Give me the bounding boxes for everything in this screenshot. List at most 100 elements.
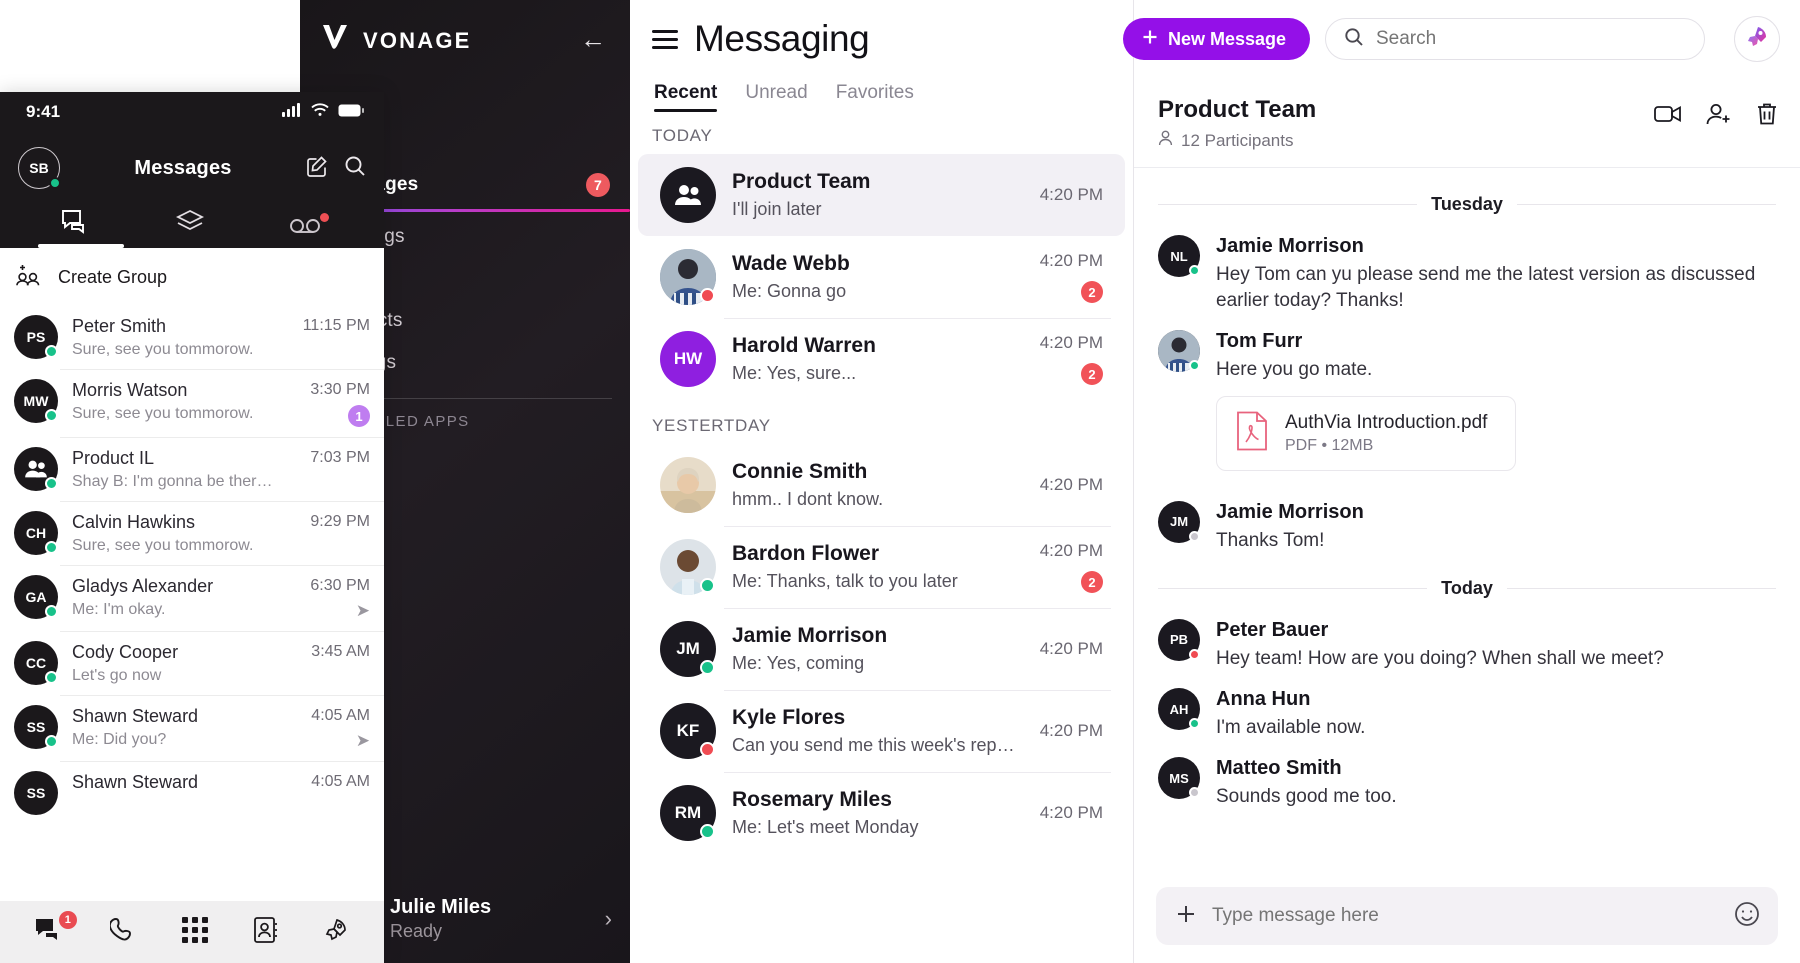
conversation-tabs: Recent Unread Favorites — [652, 82, 1111, 112]
avatar[interactable]: SB — [18, 147, 61, 189]
conversation-time: 4:20 PM — [1039, 721, 1103, 740]
list-item[interactable]: CH Calvin Hawkins Sure, see you tommorow… — [0, 501, 384, 565]
day-separator: Today — [1134, 560, 1800, 609]
conversation-row[interactable]: HW Harold Warren Me: Yes, sure... 4:20 P… — [638, 318, 1125, 400]
search-input[interactable] — [1376, 28, 1686, 50]
list-item[interactable]: GA Gladys Alexander Me: I'm okay. 6:30 P… — [0, 565, 384, 631]
avatar: SS — [14, 705, 58, 749]
conversation-row[interactable]: Wade Webb Me: Gonna go 4:20 PM 2 — [638, 236, 1125, 318]
video-camera-icon[interactable] — [1654, 104, 1682, 129]
message-preview: Let's go now — [72, 667, 162, 684]
file-attachment[interactable]: AuthVia Introduction.pdf PDF • 12MB — [1216, 395, 1516, 471]
new-message-button[interactable]: New Message — [1123, 18, 1311, 60]
chat-header: Product Team 12 Participants — [1134, 76, 1800, 168]
add-person-icon[interactable] — [1706, 103, 1732, 130]
pdf-file-icon — [1235, 411, 1269, 456]
avatar-initials: SS — [14, 771, 58, 815]
conversation-scroll[interactable]: TODAY Product Team I'll join later 4:20 — [630, 110, 1133, 963]
avatar: CC — [14, 641, 58, 685]
mobile-status-bar: 9:41 — [0, 92, 384, 132]
create-group-button[interactable]: Create Group — [0, 248, 384, 305]
chat-message: JM Jamie Morrison Thanks Tom! — [1134, 491, 1800, 560]
tabbar-rocket[interactable] — [323, 917, 349, 948]
conversation-row[interactable]: KF Kyle Flores Can you send me this week… — [638, 690, 1125, 772]
mobile-tab-voicemail[interactable] — [289, 213, 330, 248]
conversation-row[interactable]: Bardon Flower Me: Thanks, talk to you la… — [638, 526, 1125, 608]
conversation-name: Wade Webb — [732, 252, 850, 275]
status-dot — [45, 477, 58, 490]
day-separator: Tuesday — [1134, 176, 1800, 225]
chevron-right-icon[interactable]: › — [605, 906, 612, 932]
participants-count: 12 Participants — [1181, 130, 1294, 150]
conversation-row[interactable]: Product Team I'll join later 4:20 PM — [638, 154, 1125, 236]
conversation-row[interactable]: Connie Smith hmm.. I dont know. 4:20 PM — [638, 444, 1125, 526]
list-item[interactable]: SS Shawn Steward 4:05 AM — [0, 761, 384, 825]
list-item[interactable]: PS Peter Smith Sure, see you tommorow. 1… — [0, 305, 384, 369]
trash-icon[interactable] — [1756, 102, 1778, 131]
plus-icon[interactable] — [1174, 902, 1198, 931]
message-body: Jamie Morrison Thanks Tom! — [1216, 501, 1776, 554]
status-dot — [45, 605, 58, 618]
chat-participants[interactable]: 12 Participants — [1158, 130, 1316, 151]
vonage-logo-icon — [320, 22, 350, 59]
tab-unread[interactable]: Unread — [745, 82, 807, 112]
search-icon[interactable] — [344, 155, 366, 182]
create-group-label: Create Group — [58, 267, 168, 287]
list-item[interactable]: CC Cody Cooper Let's go now 3:45 AM — [0, 631, 384, 695]
mobile-tab-messages[interactable] — [61, 209, 91, 248]
tabbar-badge: 1 — [58, 910, 77, 929]
mobile-conversation-list[interactable]: PS Peter Smith Sure, see you tommorow. 1… — [0, 305, 384, 825]
tabbar-calls[interactable] — [109, 917, 136, 948]
chat-messages[interactable]: Tuesday NL Jamie Morrison Hey Tom can yu… — [1134, 176, 1800, 867]
list-item-body: Product IL Shay B: I'm gonna be there 10… — [72, 447, 278, 491]
mobile-header-row: SB Messages — [18, 142, 366, 194]
tabbar-dialpad[interactable] — [181, 916, 208, 948]
back-arrow-icon[interactable]: ← — [578, 24, 608, 54]
timestamp: 9:29 PM — [310, 513, 370, 530]
conversation-name: Rosemary Miles — [732, 788, 892, 811]
conversation-time: 4:20 PM — [1039, 803, 1103, 822]
unread-badge: 2 — [1081, 363, 1103, 385]
compose-icon[interactable] — [306, 155, 328, 182]
conversation-body: Harold Warren Me: Yes, sure... — [732, 334, 1024, 384]
rocket-button[interactable] — [1734, 16, 1780, 62]
message-body: Anna Hun I'm available now. — [1216, 688, 1776, 741]
conversation-row[interactable]: JM Jamie Morrison Me: Yes, coming 4:20 P… — [638, 608, 1125, 690]
emoji-icon[interactable] — [1734, 901, 1760, 932]
new-message-label: New Message — [1168, 28, 1287, 49]
wifi-icon — [311, 102, 329, 122]
chat-header-info: Product Team 12 Participants — [1158, 96, 1316, 151]
hamburger-icon[interactable] — [652, 29, 678, 49]
sent-icon: ➤ — [355, 601, 370, 620]
conversation-time: 4:20 PM — [1039, 333, 1103, 352]
list-item-meta: 6:30 PM ➤ — [292, 575, 370, 621]
message-preview: Sure, see you tommorow. — [72, 405, 254, 422]
message-sender: Jamie Morrison — [1216, 235, 1364, 257]
chat-message: Tom Furr Here you go mate. AuthVia Intro… — [1134, 320, 1800, 476]
tabbar-contacts[interactable] — [253, 916, 278, 948]
vonage-wordmark: VONAGE — [363, 27, 472, 53]
avatar: SS — [14, 771, 58, 815]
message-preview: Sure, see you tommorow. — [72, 341, 254, 358]
conversation-row[interactable]: RM Rosemary Miles Me: Let's meet Monday … — [638, 772, 1125, 854]
search-box[interactable] — [1325, 18, 1705, 60]
mobile-tab-layers[interactable] — [175, 209, 204, 248]
status-dot — [700, 660, 715, 675]
avatar-photo — [660, 457, 716, 513]
tab-favorites[interactable]: Favorites — [836, 82, 914, 112]
conversation-body: Bardon Flower Me: Thanks, talk to you la… — [732, 542, 1024, 592]
divider — [1158, 204, 1418, 205]
tab-recent[interactable]: Recent — [654, 82, 718, 112]
contact-name: Product IL — [72, 448, 155, 468]
message-preview: Me: I'm okay. — [72, 601, 166, 618]
list-item[interactable]: SS Shawn Steward Me: Did you? 4:05 AM ➤ — [0, 695, 384, 761]
list-item[interactable]: Product IL Shay B: I'm gonna be there 10… — [0, 437, 384, 501]
tabbar-messages[interactable]: 1 — [35, 910, 77, 948]
signal-icon — [282, 102, 302, 122]
message-composer[interactable] — [1156, 887, 1778, 945]
conversation-preview: Can you send me this week's report? — [732, 735, 1024, 755]
message-preview: Shay B: I'm gonna be there 100% — [72, 473, 278, 490]
list-item[interactable]: MW Morris Watson Sure, see you tommorow.… — [0, 369, 384, 437]
status-dot — [1189, 265, 1200, 276]
message-input[interactable] — [1212, 905, 1720, 927]
